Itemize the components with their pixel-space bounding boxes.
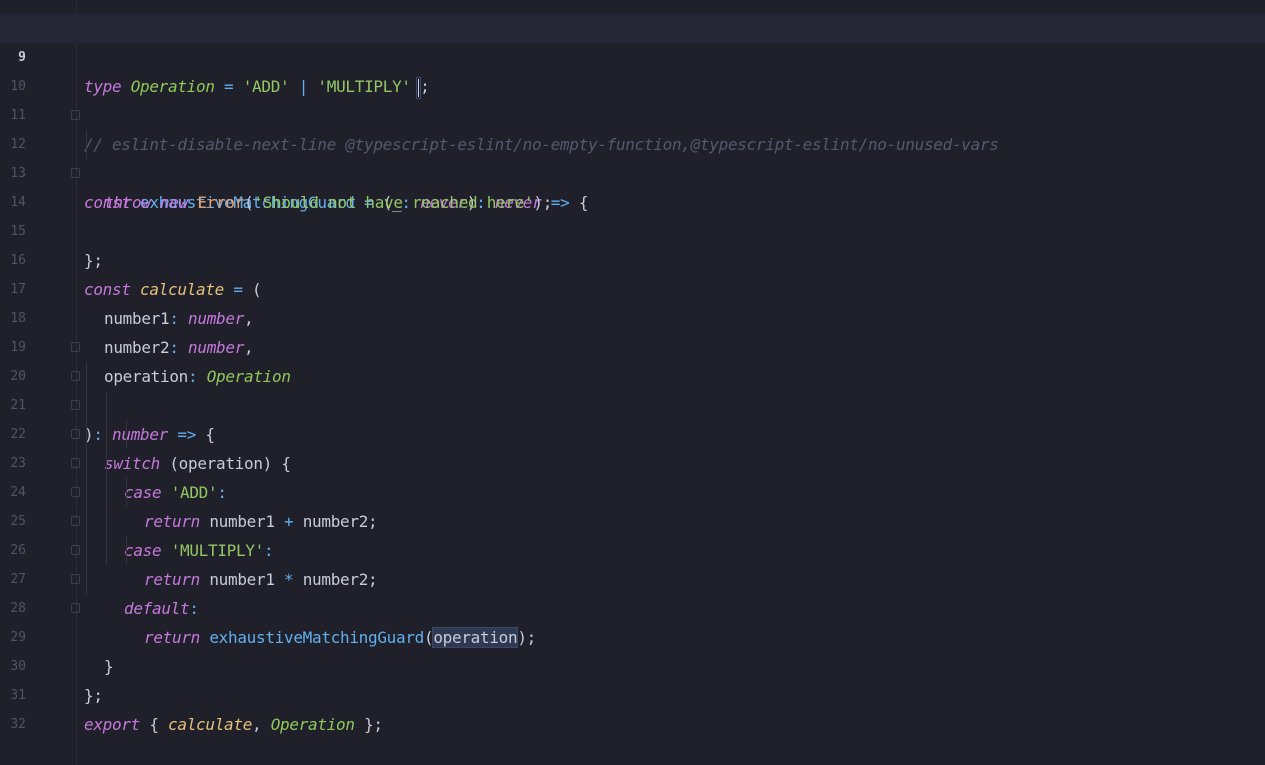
indent-guide (126, 420, 127, 449)
code-line-25[interactable]: 25 return number1 * number2; (0, 478, 1265, 589)
code-line-32[interactable]: 32 (0, 681, 1265, 732)
fold-marker-icon[interactable] (71, 487, 80, 497)
code-line-26[interactable]: 26 default: (0, 507, 1265, 618)
fold-marker-icon[interactable] (71, 342, 80, 352)
code-line-22[interactable]: 22 case 'ADD': (0, 391, 1265, 502)
code-line-11[interactable]: 11 // eslint-disable-next-line @typescri… (0, 72, 1265, 154)
code-text: export { calculate, Operation }; (84, 715, 383, 734)
code-line-20[interactable]: 20 ): number => { (0, 333, 1265, 444)
code-line-19[interactable]: 19 operation: Operation (0, 304, 1265, 386)
fold-marker-icon[interactable] (71, 168, 80, 178)
fold-marker-icon[interactable] (71, 400, 80, 410)
code-line-28[interactable]: 28 } (0, 565, 1265, 676)
code-line-29[interactable]: 29 }; (0, 594, 1265, 705)
code-line-23[interactable]: 23 return number1 + number2; (0, 420, 1265, 531)
code-line-31[interactable]: 31 export { calculate, Operation }; (0, 652, 1265, 734)
indent-guide (86, 362, 87, 594)
line-number: 32 (10, 717, 26, 732)
fold-marker-icon[interactable] (71, 603, 80, 613)
code-line-13[interactable]: 13 throw new Error('Should not have reac… (0, 130, 1265, 212)
code-line-27[interactable]: 27 return exhaustiveMatchingGuard(operat… (0, 536, 1265, 648)
fold-marker-icon[interactable] (71, 574, 80, 584)
code-line-17[interactable]: 17 number1: number, (0, 246, 1265, 328)
code-line-16[interactable]: 16 const calculate = ( (0, 217, 1265, 299)
code-line-10[interactable]: 10 (0, 43, 1265, 94)
code-line-12[interactable]: 12 const exhaustiveMatchingGuard = (_: n… (0, 101, 1265, 212)
fold-marker-icon[interactable] (71, 458, 80, 468)
code-editor[interactable]: 8 9 type Operation = 'ADD' | 'MULTIPLY' … (0, 0, 1265, 765)
code-line-21[interactable]: 21 switch (operation) { (0, 362, 1265, 473)
indent-guide (126, 478, 127, 507)
fold-marker-icon[interactable] (71, 429, 80, 439)
code-line-8[interactable]: 8 (0, 0, 1265, 36)
fold-marker-icon[interactable] (71, 545, 80, 555)
code-line-9[interactable]: 9 type Operation = 'ADD' | 'MULTIPLY' ; (0, 14, 1265, 99)
indent-guide (86, 130, 87, 159)
fold-marker-icon[interactable] (71, 371, 80, 381)
code-line-15[interactable]: 15 (0, 188, 1265, 239)
code-line-14[interactable]: 14 }; (0, 159, 1265, 270)
code-line-24[interactable]: 24 case 'MULTIPLY': (0, 449, 1265, 560)
fold-marker-icon[interactable] (71, 516, 80, 526)
indent-guide (126, 536, 127, 565)
fold-marker-icon[interactable] (71, 110, 80, 120)
code-line-30[interactable]: 30 (0, 623, 1265, 674)
indent-guide (106, 391, 107, 565)
code-line-18[interactable]: 18 number2: number, (0, 275, 1265, 357)
